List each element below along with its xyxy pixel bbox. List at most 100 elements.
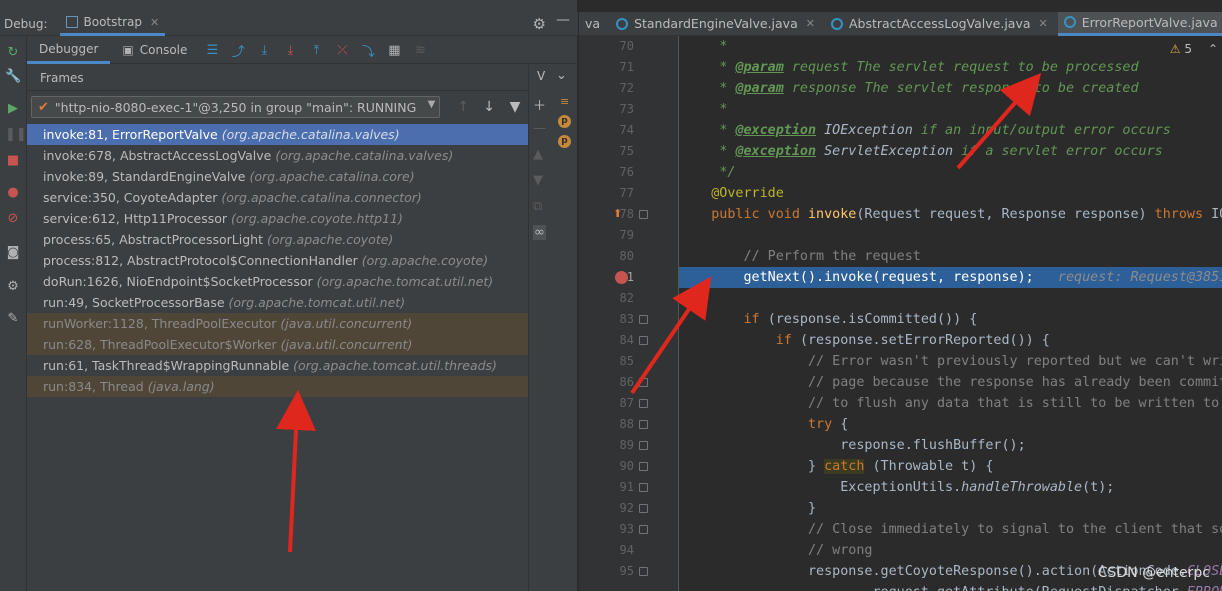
fold-marker-icon[interactable] bbox=[639, 483, 648, 492]
editor-tab[interactable]: va bbox=[579, 12, 610, 36]
frame-row[interactable]: run:61, TaskThread$WrappingRunnable (org… bbox=[27, 355, 528, 376]
evaluate-icon[interactable]: ▦ bbox=[381, 43, 407, 58]
frame-package: (org.apache.tomcat.util.net) bbox=[316, 274, 494, 289]
editor-tab[interactable]: StandardEngineValve.java ✕ bbox=[610, 12, 825, 36]
code-area[interactable]: * * @param request The servlet request t… bbox=[679, 36, 1222, 591]
line-number: 80 bbox=[619, 249, 634, 263]
gear-icon[interactable]: ⚙ bbox=[533, 15, 546, 33]
editor-gutter[interactable]: 707172737475767778⬆798081828384858687888… bbox=[579, 36, 679, 591]
fold-marker-icon[interactable] bbox=[639, 504, 648, 513]
resume-icon[interactable]: ▶ bbox=[5, 101, 21, 117]
override-icon[interactable]: ⬆ bbox=[613, 207, 622, 220]
chevron-down-icon: ▼ bbox=[427, 99, 436, 110]
frame-row[interactable]: run:628, ThreadPoolExecutor$Worker (java… bbox=[27, 334, 528, 355]
stop-icon[interactable]: ■ bbox=[5, 153, 21, 169]
java-class-icon bbox=[1063, 16, 1076, 28]
fold-marker-icon[interactable] bbox=[639, 441, 648, 450]
step-out-icon[interactable]: ⤒ bbox=[303, 43, 329, 58]
previous-frame-icon[interactable]: ↑ bbox=[450, 99, 476, 115]
close-icon[interactable]: ✕ bbox=[806, 17, 815, 30]
chevron-down-icon[interactable]: ⌄ bbox=[556, 68, 567, 83]
editor-tab-label: va bbox=[585, 16, 601, 31]
add-watch-icon[interactable]: ＋ bbox=[533, 95, 546, 114]
tab-bootstrap[interactable]: Bootstrap ✕ bbox=[59, 12, 166, 36]
line-number: 73 bbox=[619, 102, 634, 116]
list-icon: ≡ bbox=[560, 95, 570, 108]
editor-tab-label: StandardEngineValve.java bbox=[634, 16, 798, 31]
variables-header: V bbox=[537, 69, 546, 83]
close-icon[interactable]: ✕ bbox=[150, 16, 159, 29]
fold-marker-icon[interactable] bbox=[639, 336, 648, 345]
step-into-icon[interactable]: ⤓ bbox=[277, 43, 303, 58]
frame-row[interactable]: service:612, Http11Processor (org.apache… bbox=[27, 208, 528, 229]
filter-icon[interactable]: ▼ bbox=[502, 99, 528, 115]
rerun-icon[interactable]: ↻ bbox=[5, 45, 21, 61]
editor-tab[interactable]: AbstractAccessLogValve.java ✕ bbox=[825, 12, 1058, 36]
fold-marker-icon[interactable] bbox=[639, 420, 648, 429]
frame-row[interactable]: invoke:81, ErrorReportValve (org.apache.… bbox=[27, 124, 528, 145]
tab-console[interactable]: ▣ Console bbox=[110, 37, 199, 64]
trace-icon[interactable]: ≋ bbox=[407, 43, 433, 58]
view-breakpoints-icon[interactable]: ● bbox=[5, 185, 21, 201]
move-down-icon[interactable]: ▼ bbox=[533, 173, 543, 188]
variables-items-peek: ≡ p p bbox=[552, 93, 578, 153]
frame-row[interactable]: run:49, SocketProcessorBase (org.apache.… bbox=[27, 292, 528, 313]
copy-icon[interactable]: ⧉ bbox=[533, 199, 542, 214]
code-line: * bbox=[719, 102, 728, 117]
line-number: 94 bbox=[619, 543, 634, 557]
frame-row[interactable]: runWorker:1128, ThreadPoolExecutor (java… bbox=[27, 313, 528, 334]
move-up-icon[interactable]: ▲ bbox=[533, 147, 543, 162]
glasses-icon[interactable]: ∞ bbox=[533, 225, 546, 240]
variables-pane-collapsed: V ⌄ ＋ — ▲ ▼ ⧉ ∞ bbox=[528, 65, 567, 591]
close-icon[interactable]: ✕ bbox=[1039, 17, 1048, 30]
line-number: 92 bbox=[619, 501, 634, 515]
editor-tab[interactable]: ErrorReportValve.java✕ bbox=[1057, 11, 1222, 36]
minimize-icon[interactable]: — bbox=[556, 12, 570, 28]
remove-watch-icon[interactable]: — bbox=[533, 121, 546, 136]
drop-frame-icon[interactable]: ⤫ bbox=[329, 43, 355, 58]
frame-package: (org.apache.coyote.http11) bbox=[231, 211, 403, 226]
debug-tool-window: Debug: Bootstrap ✕ ⚙ — ↻ 🔧 ▶ ❚❚ ■ ● ⊘ ◙ … bbox=[0, 0, 578, 591]
frame-row[interactable]: run:834, Thread (java.lang) bbox=[27, 376, 528, 397]
fold-marker-icon[interactable] bbox=[639, 525, 648, 534]
thread-suspended-icon: ✔ bbox=[38, 99, 49, 115]
tab-debugger[interactable]: Debugger bbox=[27, 36, 111, 64]
menu-icon[interactable]: ☰ bbox=[199, 43, 225, 58]
pin-icon[interactable]: ✎ bbox=[5, 311, 21, 327]
code-line: // to flush any data that is still to be… bbox=[808, 396, 1222, 411]
frame-row[interactable]: process:65, AbstractProcessorLight (org.… bbox=[27, 229, 528, 250]
run-to-cursor-icon[interactable]: ⤵ bbox=[355, 41, 381, 60]
mute-breakpoints-icon[interactable]: ⊘ bbox=[5, 211, 21, 227]
fold-marker-icon[interactable] bbox=[639, 378, 648, 387]
fold-marker-icon[interactable] bbox=[639, 315, 648, 324]
step-over-icon[interactable]: ⤓ bbox=[251, 43, 277, 58]
fold-marker-icon[interactable] bbox=[639, 462, 648, 471]
code-line: * @exception IOException if an input/out… bbox=[719, 123, 1171, 138]
java-class-icon bbox=[830, 17, 843, 30]
editor-tab-label: ErrorReportValve.java bbox=[1081, 14, 1218, 30]
code-line: * bbox=[719, 39, 728, 54]
frame-row[interactable]: service:350, CoyoteAdapter (org.apache.c… bbox=[27, 187, 528, 208]
frame-method: process:812, AbstractProtocol$Connection… bbox=[43, 253, 358, 268]
breakpoint-icon[interactable] bbox=[615, 271, 628, 284]
console-icon: ▣ bbox=[122, 43, 134, 57]
frame-row[interactable]: invoke:678, AbstractAccessLogValve (org.… bbox=[27, 145, 528, 166]
config-tab-label: Bootstrap bbox=[83, 15, 142, 29]
settings-icon[interactable]: ⚙ bbox=[5, 279, 21, 295]
line-number: 77 bbox=[619, 186, 634, 200]
frame-row[interactable]: doRun:1626, NioEndpoint$SocketProcessor … bbox=[27, 271, 528, 292]
frame-row[interactable]: process:812, AbstractProtocol$Connection… bbox=[27, 250, 528, 271]
show-execution-point-icon[interactable]: ⤴ bbox=[225, 41, 251, 60]
wrench-icon[interactable]: 🔧 bbox=[5, 69, 21, 85]
camera-icon[interactable]: ◙ bbox=[5, 245, 21, 261]
fold-marker-icon[interactable] bbox=[639, 567, 648, 576]
frame-row[interactable]: invoke:89, StandardEngineValve (org.apac… bbox=[27, 166, 528, 187]
fold-marker-icon[interactable] bbox=[639, 399, 648, 408]
fold-marker-icon[interactable] bbox=[639, 210, 648, 219]
thread-dropdown[interactable]: ✔ "http-nio-8080-exec-1"@3,250 in group … bbox=[31, 96, 441, 118]
frame-method: process:65, AbstractProcessorLight bbox=[43, 232, 263, 247]
code-line: getNext().invoke(request, response); req… bbox=[679, 270, 1222, 285]
next-frame-icon[interactable]: ↓ bbox=[476, 99, 502, 115]
pause-icon[interactable]: ❚❚ bbox=[5, 127, 27, 143]
code-line: if (response.setErrorReported()) { bbox=[775, 333, 1050, 348]
